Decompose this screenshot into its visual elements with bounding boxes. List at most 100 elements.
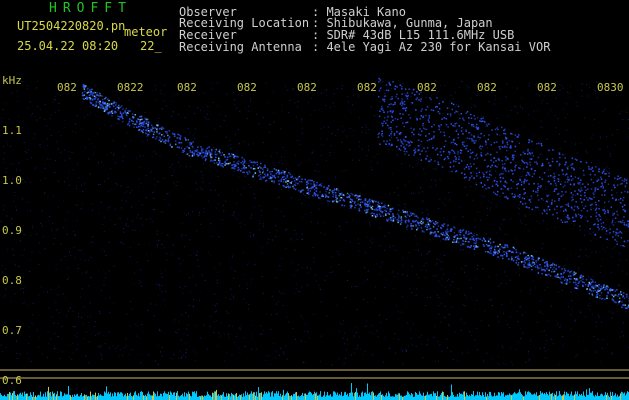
noise-dot [520,290,522,292]
noise-dot [342,337,344,339]
signal-dot [622,196,625,199]
signal-dot [573,183,576,185]
noise-dot [444,286,446,288]
signal-dot [579,198,582,200]
signal-dot [614,294,616,297]
signal-dot [541,198,543,200]
signal-dot [524,178,526,181]
signal-dot [219,149,221,151]
noise-dot [456,129,458,130]
signal-dot [175,140,177,142]
signal-dot [414,152,416,154]
signal-dot [455,158,457,160]
signal-dot [583,207,585,210]
signal-dot [570,164,572,166]
signal-dot [389,217,392,219]
noise-dot [268,238,270,240]
signal-dot [311,186,314,189]
signal-dot [473,234,475,237]
noise-dot [464,294,466,296]
signal-dot [166,131,168,133]
noise-dot [67,278,69,280]
signal-dot [124,111,127,114]
signal-dot [404,88,407,90]
signal-dot [515,262,518,264]
noise-dot [351,286,353,288]
signal-dot [138,123,141,126]
noise-dot [36,87,37,89]
signal-dot [582,281,584,283]
noise-dot [73,326,75,328]
noise-dot [591,125,593,126]
noise-dot [596,321,597,323]
signal-dot [458,241,460,244]
signal-dot [438,128,440,131]
noise-dot [539,154,541,156]
signal-dot [504,133,507,135]
signal-dot [162,127,165,130]
noise-dot [251,279,253,281]
signal-dot [570,175,572,177]
signal-dot [498,251,500,253]
signal-dot [592,192,595,194]
signal-dot [208,151,210,154]
signal-dot [511,251,513,254]
signal-dot [519,194,521,196]
signal-dot [484,121,486,123]
noise-dot [384,235,386,237]
signal-dot [331,200,334,202]
signal-dot [541,273,543,275]
signal-dot [155,138,157,140]
noise-dot [542,243,544,245]
signal-dot [231,164,233,166]
signal-dot [426,217,428,219]
noise-dot [20,288,22,290]
signal-dot [599,218,602,221]
signal-dot [580,209,583,212]
signal-dot [122,108,124,110]
signal-dot [278,183,280,185]
signal-dot [168,136,171,138]
signal-dot [488,187,491,189]
signal-dot [480,120,482,123]
signal-dot [491,129,493,131]
noise-dot [310,212,312,213]
noise-dot [542,199,544,201]
signal-dot [612,299,615,302]
noise-dot [64,181,65,183]
noise-dot [117,345,119,347]
signal-dot [465,112,467,114]
noise-dot [546,339,548,341]
signal-dot [511,154,514,157]
signal-dot [455,156,457,159]
signal-dot [616,289,618,291]
signal-dot [533,263,536,265]
signal-dot [321,195,323,197]
signal-dot [514,193,516,196]
signal-dot [625,224,628,226]
noise-dot [249,98,251,99]
signal-dot [117,115,119,117]
signal-dot [538,185,540,188]
noise-dot [407,345,409,347]
noise-floor-bar [30,392,31,400]
signal-dot [538,257,540,260]
noise-dot [440,164,442,166]
signal-dot [252,164,255,167]
signal-dot [603,169,605,171]
signal-dot [83,88,86,90]
noise-dot [439,258,441,260]
noise-dot [216,310,217,312]
noise-floor-bar [133,395,134,400]
noise-dot [477,264,478,266]
signal-dot [471,175,473,177]
signal-dot [254,161,256,164]
signal-dot [506,158,508,160]
signal-dot [600,186,602,188]
noise-dot [580,184,582,186]
noise-dot [544,289,546,291]
signal-dot [537,183,539,185]
signal-dot [319,197,321,200]
noise-dot [451,306,453,308]
signal-dot [586,220,589,223]
